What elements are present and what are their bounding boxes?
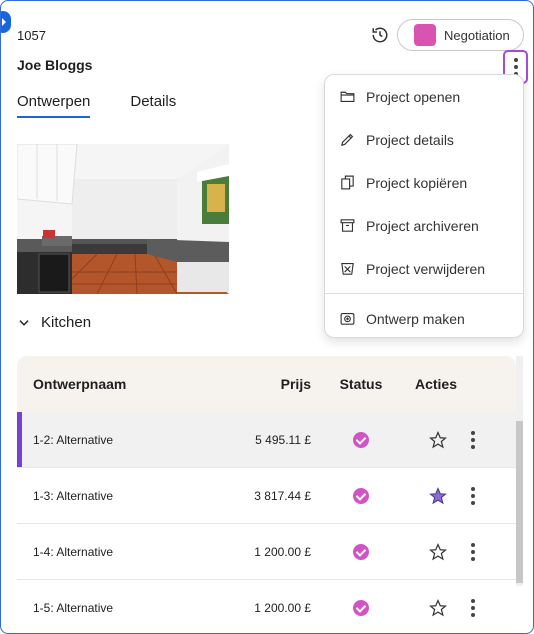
tab-bar: Ontwerpen Details xyxy=(17,93,176,118)
column-header-status: Status xyxy=(339,376,383,392)
menu-item-label: Project kopiëren xyxy=(366,174,468,191)
menu-item-project-details[interactable]: Project details xyxy=(325,118,523,161)
menu-item-label: Project verwijderen xyxy=(366,260,486,277)
row-menu-icon[interactable] xyxy=(471,486,475,505)
star-icon[interactable] xyxy=(429,598,447,617)
star-filled-icon[interactable] xyxy=(429,486,447,505)
menu-item-label: Project archiveren xyxy=(366,217,479,234)
designs-table: Ontwerpnaam Prijs Status Acties 1-2: Alt… xyxy=(17,356,516,633)
project-context-menu: Project openen Project details Project k… xyxy=(324,74,524,338)
copy-icon xyxy=(341,175,354,190)
menu-item-open-project[interactable]: Project openen xyxy=(325,75,523,118)
table-row[interactable]: 1-5: Alternative 1 200.00 £ xyxy=(17,580,516,633)
collapse-panel-toggle[interactable] xyxy=(1,11,11,33)
status-dropdown[interactable]: Negotiation xyxy=(397,19,524,51)
column-header-name: Ontwerpnaam xyxy=(33,376,127,392)
column-header-price: Prijs xyxy=(280,376,311,392)
row-menu-icon[interactable] xyxy=(471,598,475,617)
client-name: Joe Bloggs xyxy=(17,57,93,73)
folder-icon xyxy=(340,91,355,103)
status-check-icon xyxy=(353,431,369,448)
menu-divider xyxy=(325,293,523,294)
status-label: Negotiation xyxy=(444,27,510,43)
status-check-icon xyxy=(353,543,369,560)
menu-item-copy-project[interactable]: Project kopiëren xyxy=(325,161,523,204)
design-price: 1 200.00 £ xyxy=(254,544,311,559)
star-icon[interactable] xyxy=(429,430,447,449)
design-name: 1-2: Alternative xyxy=(33,432,114,447)
star-icon[interactable] xyxy=(429,542,447,561)
menu-item-delete-project[interactable]: Project verwijderen xyxy=(325,247,523,290)
kitchen-thumbnail[interactable] xyxy=(17,144,229,294)
design-price: 5 495.11 £ xyxy=(255,432,311,447)
design-price: 1 200.00 £ xyxy=(254,600,311,615)
design-name: 1-4: Alternative xyxy=(33,544,114,559)
design-name: 1-5: Alternative xyxy=(33,600,114,615)
table-row[interactable]: 1-2: Alternative 5 495.11 £ xyxy=(17,412,516,468)
menu-item-label: Project openen xyxy=(366,88,461,105)
row-menu-icon[interactable] xyxy=(471,542,475,561)
archive-icon xyxy=(340,219,355,232)
project-panel: 1057 Joe Bloggs Negotiation Ontwerpen De… xyxy=(0,0,534,634)
status-color-swatch xyxy=(414,24,436,46)
create-design-icon xyxy=(340,312,355,325)
column-header-actions: Acties xyxy=(414,376,458,392)
design-price: 3 817.44 £ xyxy=(254,488,311,503)
menu-item-label: Project details xyxy=(366,131,454,148)
pencil-icon xyxy=(341,133,354,146)
status-check-icon xyxy=(353,487,369,504)
project-number: 1057 xyxy=(17,28,46,43)
room-section-label: Kitchen xyxy=(41,314,92,331)
menu-item-label: Ontwerp maken xyxy=(366,310,465,327)
design-name: 1-3: Alternative xyxy=(33,488,114,503)
dot xyxy=(513,65,518,69)
trash-icon xyxy=(341,262,354,275)
room-section-toggle[interactable]: Kitchen xyxy=(17,314,91,331)
row-menu-icon[interactable] xyxy=(471,430,475,449)
table-header: Ontwerpnaam Prijs Status Acties xyxy=(17,356,516,412)
status-check-icon xyxy=(353,599,369,616)
menu-item-archive-project[interactable]: Project archiveren xyxy=(325,204,523,247)
history-icon[interactable] xyxy=(371,26,389,44)
table-row[interactable]: 1-4: Alternative 1 200.00 £ xyxy=(17,524,516,580)
menu-item-create-design[interactable]: Ontwerp maken xyxy=(325,297,523,340)
dot xyxy=(513,58,518,62)
chevron-down-icon xyxy=(19,319,29,326)
tab-ontwerpen[interactable]: Ontwerpen xyxy=(17,93,91,118)
tab-details[interactable]: Details xyxy=(130,93,176,116)
table-row[interactable]: 1-3: Alternative 3 817.44 £ xyxy=(17,468,516,524)
scrollbar-thumb[interactable] xyxy=(516,421,523,583)
